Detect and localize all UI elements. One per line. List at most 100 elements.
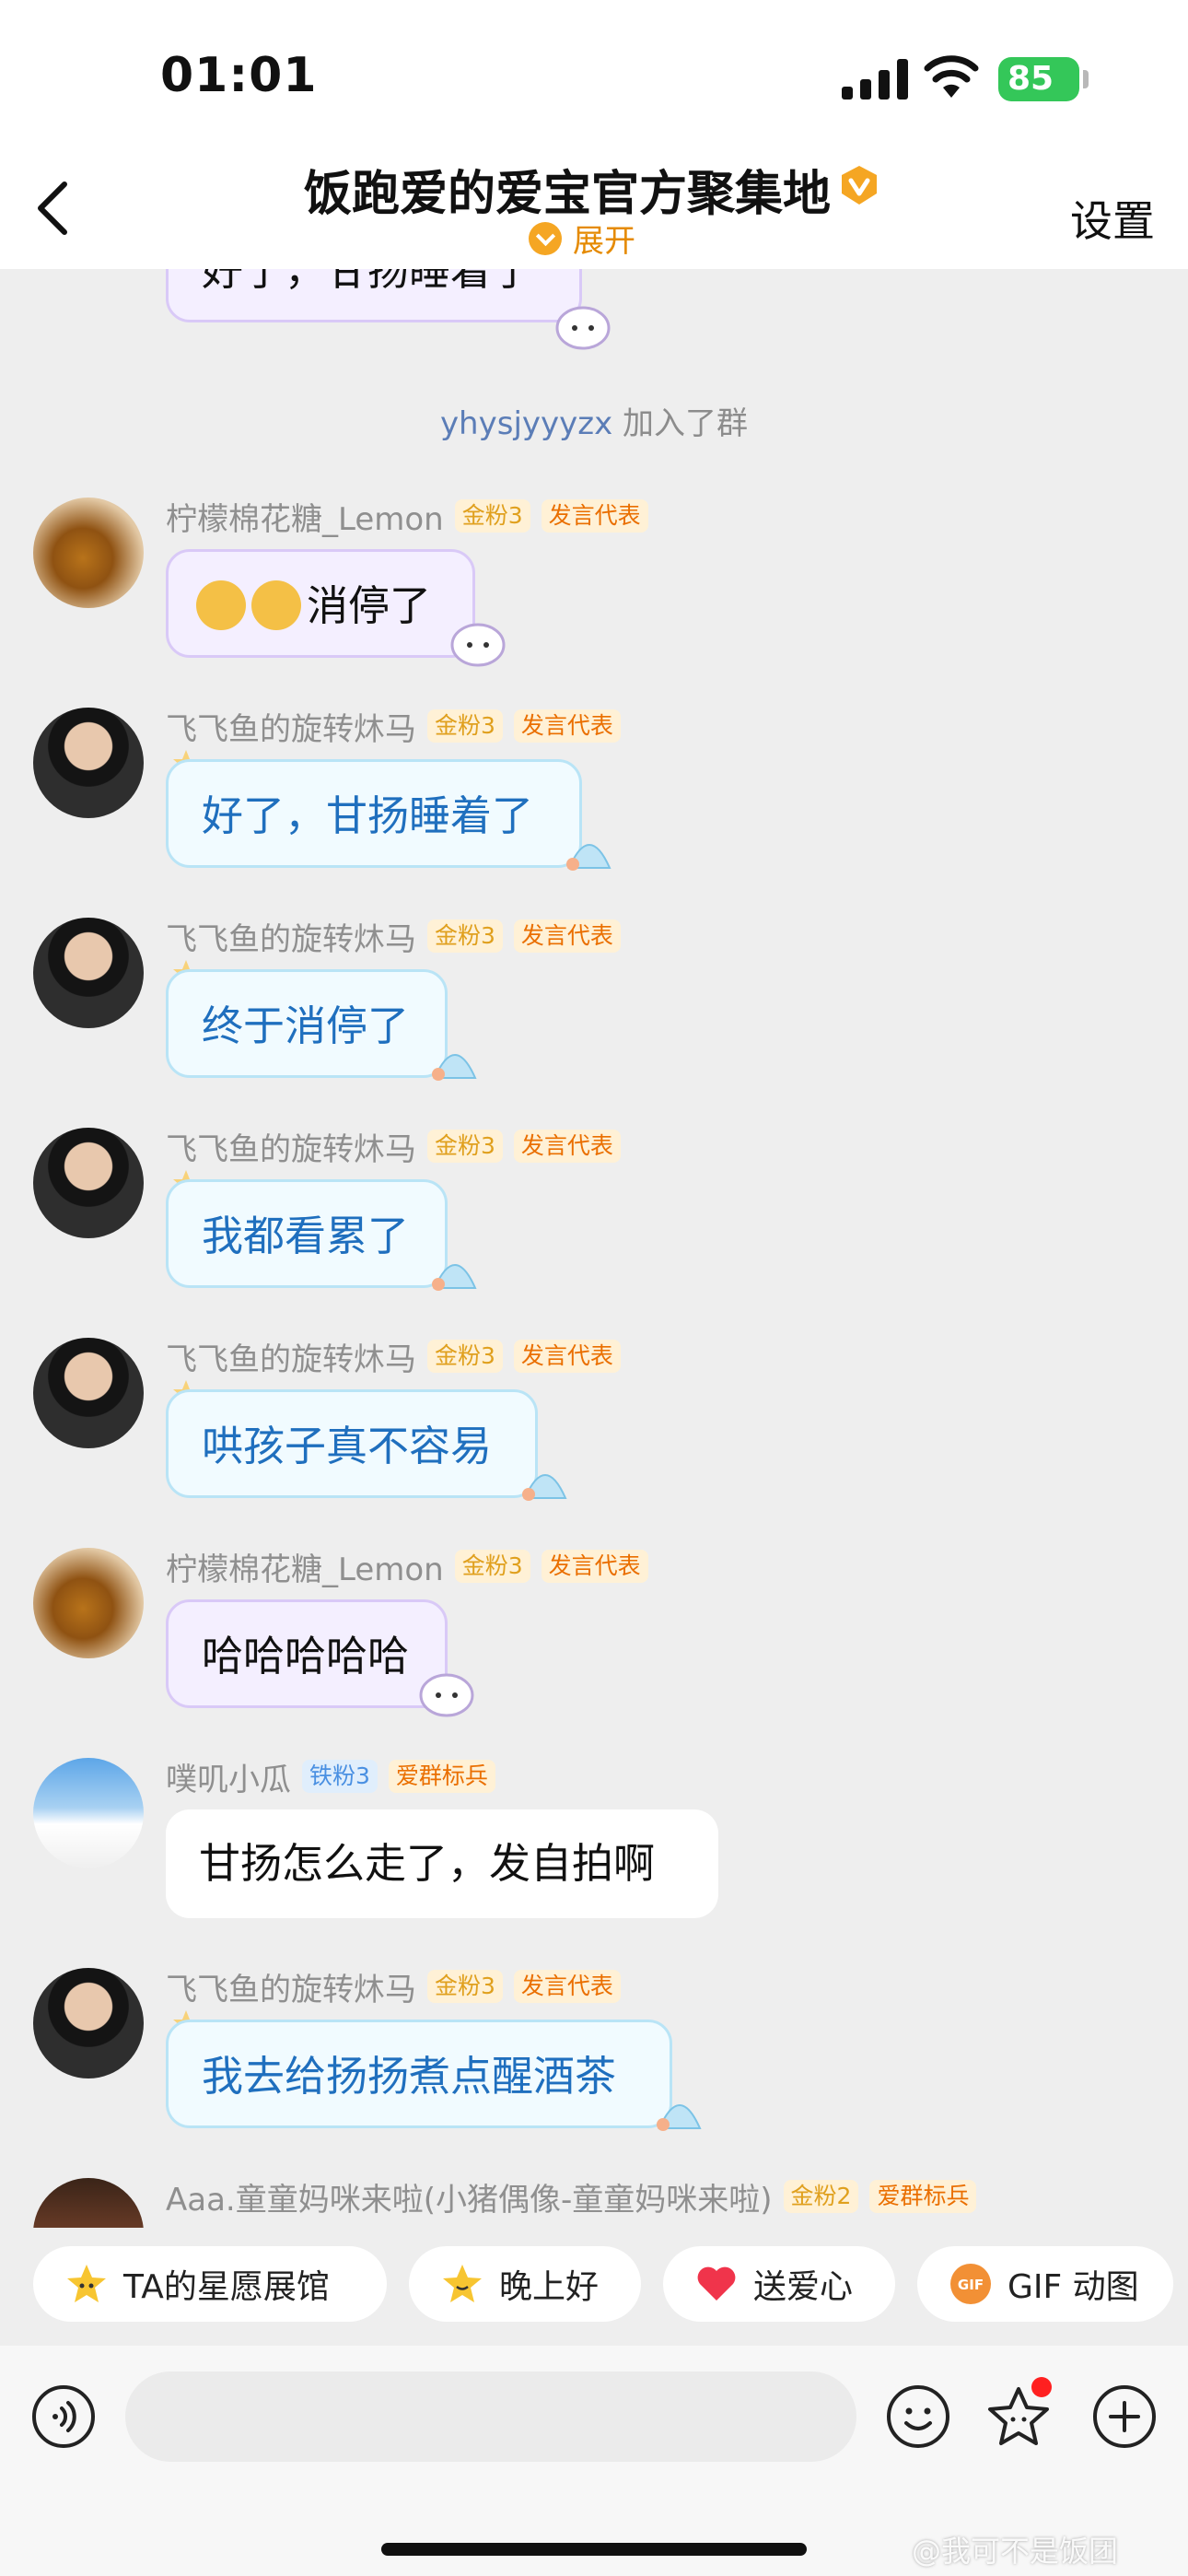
role-badge: 爱群标兵	[388, 1760, 495, 1793]
sender-name[interactable]: 飞飞鱼的旋转炑马	[166, 704, 416, 749]
message-bubble[interactable]: 我去给扬扬煮点醒酒茶	[166, 2020, 672, 2128]
shell-sticker-icon	[657, 2104, 702, 2131]
quick-reply-chip[interactable]: 晚上好	[409, 2246, 641, 2322]
sender-info: 飞飞鱼的旋转炑马 金粉3 发言代表	[166, 1338, 621, 1378]
chat-message-list[interactable]: 好了，甘扬睡着了 yhysjyyyzx 加入了群 柠檬棉花糖_Lemon 金粉3…	[0, 269, 1188, 2228]
message-bubble[interactable]: 消停了	[166, 549, 475, 658]
sender-info: 飞飞鱼的旋转炑马 金粉3 发言代表	[166, 918, 621, 958]
sender-name[interactable]: 飞飞鱼的旋转炑马	[166, 1334, 416, 1379]
verified-badge-icon	[842, 166, 877, 205]
avatar[interactable]	[33, 1548, 144, 1658]
sender-name[interactable]: 飞飞鱼的旋转炑马	[166, 1964, 416, 2009]
group-title: 饭跑爱的爱宝官方聚集地	[304, 167, 832, 222]
message-bubble[interactable]: 好了，甘扬睡着了	[166, 269, 582, 322]
quick-reply-chip[interactable]: TA的星愿展馆	[33, 2246, 387, 2322]
role-badge: 爱群标兵	[869, 2180, 977, 2213]
sender-info: 飞飞鱼的旋转炑马 金粉3 发言代表	[166, 1128, 621, 1168]
avatar[interactable]	[33, 1968, 144, 2078]
sender-name[interactable]: 柠檬棉花糖_Lemon	[166, 1544, 444, 1589]
fan-level-badge: 金粉3	[427, 1340, 503, 1373]
chevron-down-icon	[529, 221, 562, 255]
doge-emoji-icon	[196, 580, 246, 630]
status-bar: 01:01 85	[0, 0, 1188, 147]
message-bubble[interactable]: 甘扬怎么走了，发自拍啊	[166, 1809, 718, 1918]
avatar[interactable]	[33, 2178, 144, 2228]
chip-label: GIF 动图	[1007, 2268, 1139, 2306]
battery-level: 85	[1007, 60, 1054, 98]
sender-info: 柠檬棉花糖_Lemon 金粉3 发言代表	[166, 498, 648, 538]
fan-level-badge: 金粉3	[454, 1550, 530, 1583]
status-time: 01:01	[160, 48, 318, 103]
plus-icon[interactable]	[1092, 2384, 1157, 2449]
wifi-icon	[924, 55, 979, 98]
expand-label: 展开	[573, 223, 635, 260]
avatar[interactable]	[33, 498, 144, 608]
role-badge: 发言代表	[513, 709, 621, 743]
shell-sticker-icon	[432, 1264, 477, 1291]
settings-button[interactable]: 设置	[1070, 188, 1155, 249]
battery-icon: 85	[998, 57, 1079, 101]
fan-level-badge: 金粉2	[783, 2180, 859, 2213]
sender-info: 噗叽小瓜 铁粉3 爱群标兵	[166, 1758, 495, 1798]
quick-reply-bar: TA的星愿展馆 晚上好 送爱心 GIF GIF 动图	[0, 2228, 1188, 2346]
role-badge: 发言代表	[513, 1130, 621, 1163]
chip-label: 晚上好	[499, 2268, 600, 2306]
joined-action: 加入了群	[623, 405, 749, 442]
sender-name[interactable]: Aaa.童童妈咪来啦(小猪偶像-童童妈咪来啦)	[166, 2174, 773, 2219]
sender-name[interactable]: 飞飞鱼的旋转炑马	[166, 914, 416, 959]
sender-name[interactable]: 柠檬棉花糖_Lemon	[166, 494, 444, 539]
sender-info: 柠檬棉花糖_Lemon 金粉3 发言代表	[166, 1548, 648, 1588]
heart-icon	[697, 2266, 736, 2301]
message-bubble[interactable]: 哄孩子真不容易	[166, 1389, 538, 1498]
message-input[interactable]	[125, 2371, 856, 2462]
message-bubble[interactable]: 哈哈哈哈哈	[166, 1599, 448, 1708]
battery-tip	[1083, 70, 1089, 88]
role-badge: 发言代表	[541, 499, 648, 533]
fan-level-badge: 金粉3	[454, 499, 530, 533]
star-face-icon	[67, 2265, 106, 2302]
message-bubble[interactable]: 终于消停了	[166, 969, 448, 1078]
shell-sticker-icon	[432, 1054, 477, 1081]
expand-toggle[interactable]: 展开	[529, 216, 635, 261]
message-bubble[interactable]: 好了，甘扬睡着了	[166, 759, 582, 868]
avatar[interactable]	[33, 1758, 144, 1868]
back-arrow-icon[interactable]	[28, 179, 77, 238]
message-bubble[interactable]: 我都看累了	[166, 1179, 448, 1288]
role-badge: 发言代表	[513, 919, 621, 953]
avatar[interactable]	[33, 1338, 144, 1448]
quick-reply-chip[interactable]: GIF GIF 动图	[917, 2246, 1173, 2322]
signal-icon	[842, 59, 910, 100]
voice-icon[interactable]	[31, 2384, 96, 2449]
avatar[interactable]	[33, 708, 144, 818]
fan-level-badge: 铁粉3	[302, 1760, 378, 1793]
cat-sticker-icon	[555, 306, 611, 350]
cat-sticker-icon	[450, 623, 506, 667]
fan-level-badge: 金粉3	[427, 709, 503, 743]
avatar[interactable]	[33, 918, 144, 1028]
fan-level-badge: 金粉3	[427, 919, 503, 953]
watermark: @我可不是饭团	[912, 2534, 1119, 2569]
chat-header: 饭跑爱的爱宝官方聚集地 展开 设置	[0, 147, 1188, 269]
shell-sticker-icon	[522, 1474, 567, 1501]
fan-level-badge: 金粉3	[427, 1970, 503, 2003]
sender-info: Aaa.童童妈咪来啦(小猪偶像-童童妈咪来啦) 金粉2 爱群标兵	[166, 2178, 977, 2219]
role-badge: 发言代表	[513, 1970, 621, 2003]
quick-reply-chip[interactable]: 送爱心	[663, 2246, 895, 2322]
fan-level-badge: 金粉3	[427, 1130, 503, 1163]
sender-info: 飞飞鱼的旋转炑马 金粉3 发言代表	[166, 1968, 621, 2008]
role-badge: 发言代表	[541, 1550, 648, 1583]
sparkle-face-icon	[443, 2265, 482, 2302]
shell-sticker-icon	[566, 844, 611, 871]
avatar[interactable]	[33, 1128, 144, 1238]
chip-label: 送爱心	[753, 2268, 854, 2306]
emoji-icon[interactable]	[886, 2384, 950, 2449]
home-indicator	[381, 2543, 807, 2556]
cat-sticker-icon	[419, 1673, 474, 1717]
system-message: yhysjyyyzx 加入了群	[0, 398, 1188, 443]
joined-username[interactable]: yhysjyyyzx	[440, 405, 612, 442]
role-badge: 发言代表	[513, 1340, 621, 1373]
sender-name[interactable]: 噗叽小瓜	[166, 1754, 291, 1799]
sender-name[interactable]: 飞飞鱼的旋转炑马	[166, 1124, 416, 1169]
notification-dot	[1031, 2377, 1052, 2397]
gif-icon: GIF	[950, 2264, 991, 2304]
